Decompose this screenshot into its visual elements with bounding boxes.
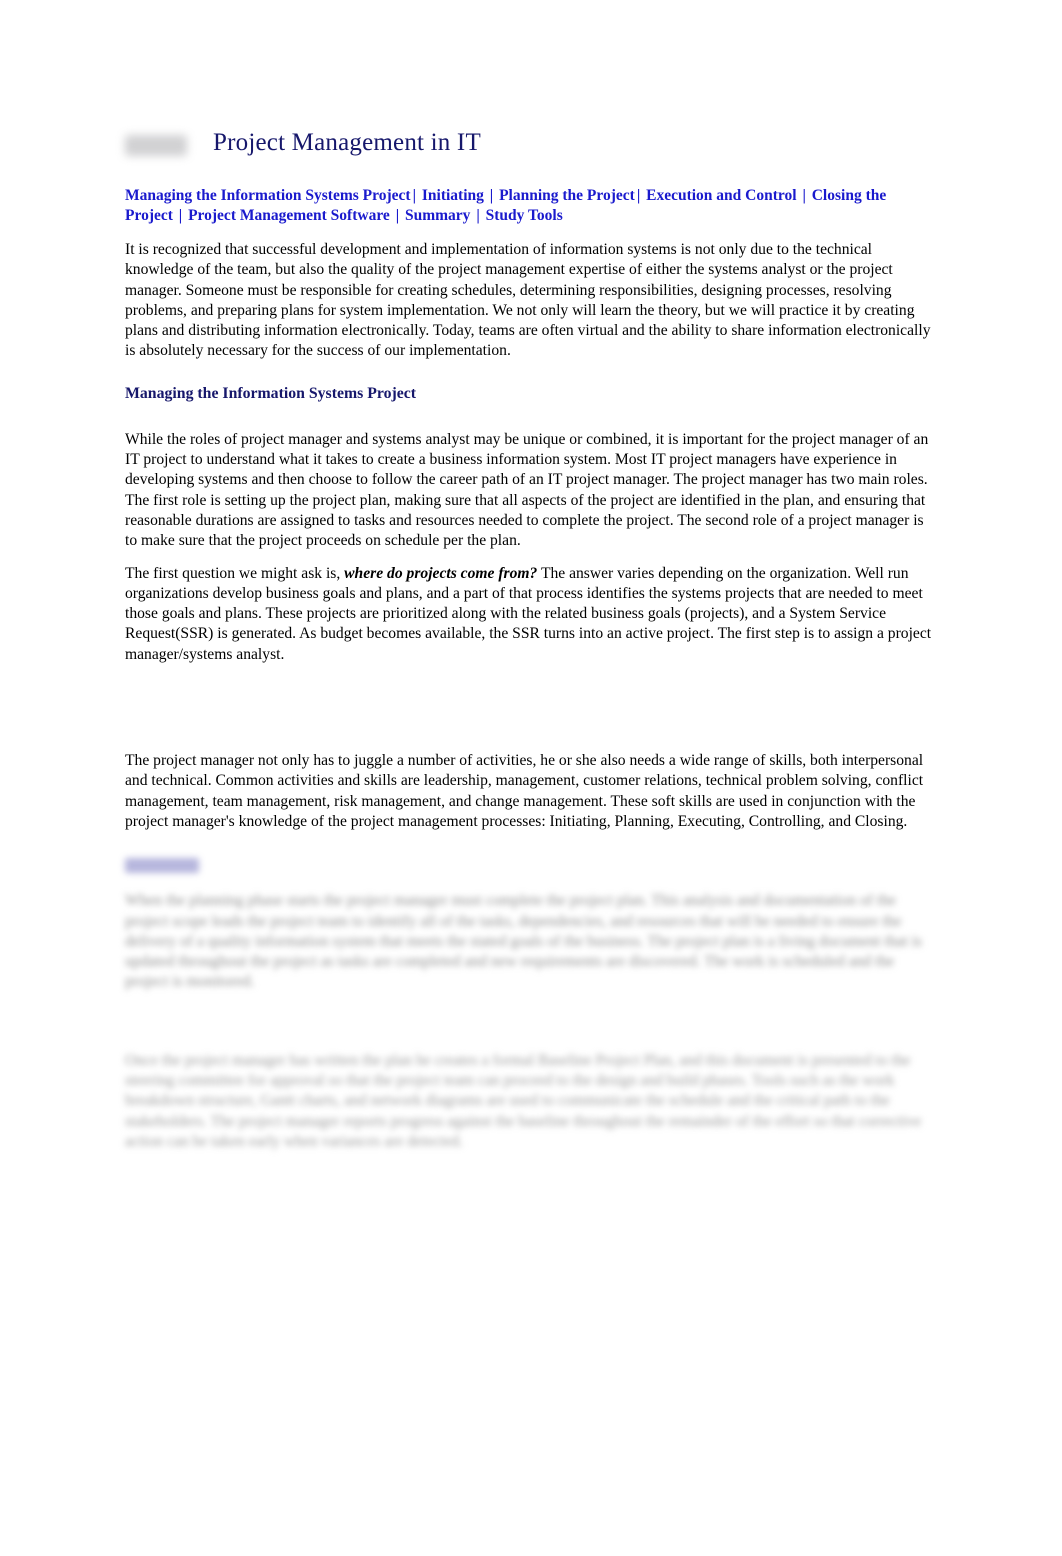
skills-paragraph: The project manager not only has to jugg… xyxy=(125,752,924,830)
nav-link-managing-the-information-systems-project[interactable]: Managing the Information Systems Project xyxy=(125,187,411,204)
blurred-paragraph-one: When the planning phase starts the proje… xyxy=(125,892,922,991)
section-nav: Managing the Information Systems Project… xyxy=(125,186,895,226)
nav-link-project-management-software[interactable]: Project Management Software xyxy=(188,207,390,224)
project-origin-paragraph: The first question we might ask is, wher… xyxy=(125,564,937,665)
nav-separator: | xyxy=(476,207,480,224)
nav-separator: | xyxy=(802,187,806,204)
page-title: Project Management in IT xyxy=(213,128,481,156)
nav-separator: | xyxy=(489,187,494,204)
blurred-blocks-gap xyxy=(125,993,937,1051)
nav-separator: | xyxy=(412,187,416,204)
origin-emphasis: where do projects come from? xyxy=(344,564,538,582)
roles-paragraph: While the roles of project manager and s… xyxy=(125,430,929,550)
nav-separator: | xyxy=(636,187,641,204)
document-content: Project Management in IT Managing the In… xyxy=(125,120,937,1152)
nav-separator: | xyxy=(178,207,183,224)
nav-link-planning-the-project[interactable]: Planning the Project xyxy=(499,187,635,204)
nav-link-summary[interactable]: Summary xyxy=(405,207,470,224)
title-row: Project Management in IT xyxy=(125,120,937,164)
nav-separator: | xyxy=(395,207,400,224)
document-page: Project Management in IT Managing the In… xyxy=(0,0,1062,1556)
heading-spacer xyxy=(125,404,937,430)
redacted-logo-icon xyxy=(125,134,187,156)
nav-link-initiating[interactable]: Initiating xyxy=(422,187,484,204)
nav-link-study-tools[interactable]: Study Tools xyxy=(486,207,563,224)
origin-text-lead: The first question we might ask is, xyxy=(125,564,345,582)
section-heading-managing-the-information-systems-project: Managing the Information Systems Project xyxy=(125,384,417,402)
nav-link-execution-and-control[interactable]: Execution and Control xyxy=(646,187,796,204)
blurred-section-heading xyxy=(125,858,199,874)
intro-paragraph: It is recognized that successful develop… xyxy=(125,241,931,360)
removed-figure-placeholder xyxy=(125,665,937,751)
blurred-paragraph-two: Once the project manager has written the… xyxy=(125,1051,922,1150)
